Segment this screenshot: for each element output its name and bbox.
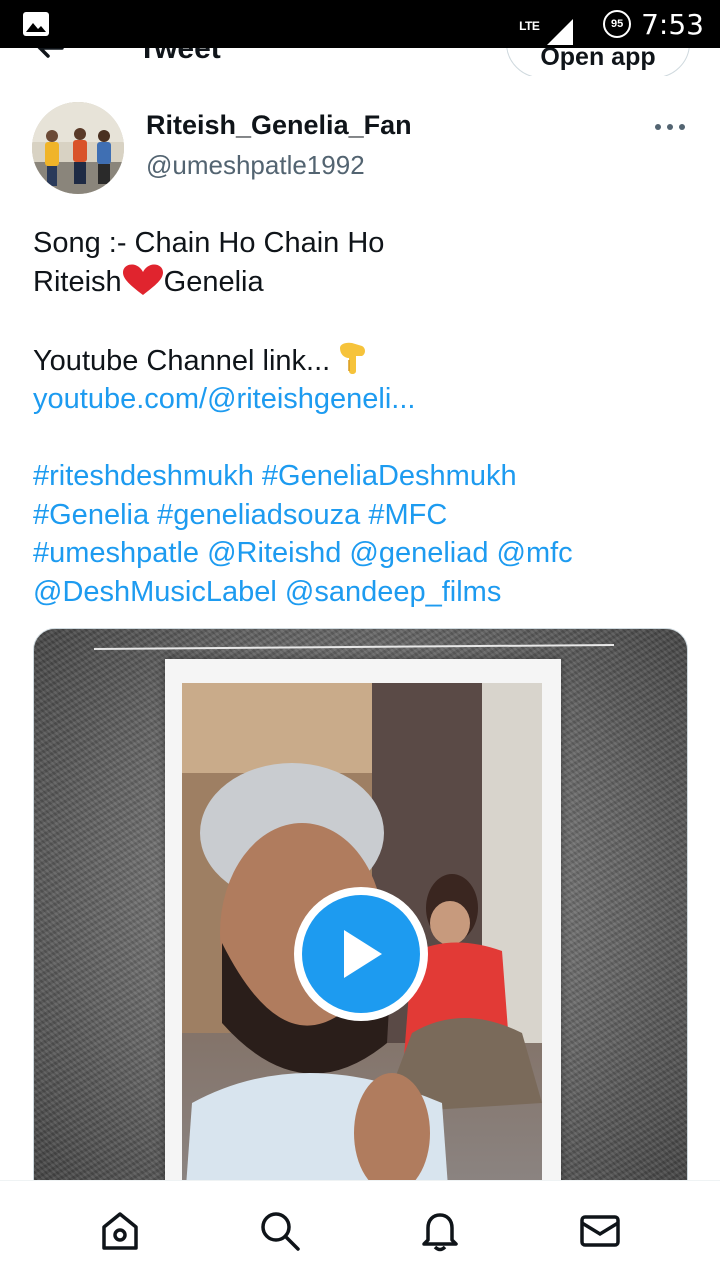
tweet-text-segment: Riteish <box>33 265 122 298</box>
video-thumbnail[interactable] <box>33 628 688 1228</box>
battery-level: 95 <box>610 18 624 30</box>
play-button[interactable] <box>294 887 428 1021</box>
battery-saver-icon: 95 <box>603 10 632 38</box>
hashtag-line[interactable]: #umeshpatle @Riteishd @geneliad @mfc <box>33 534 693 573</box>
page-title: Tweet <box>138 48 221 65</box>
more-horizontal-icon[interactable] <box>654 122 686 132</box>
author-handle[interactable]: @umeshpatle1992 <box>146 150 365 181</box>
red-heart-icon <box>122 264 163 295</box>
nav-search[interactable] <box>256 1207 304 1255</box>
bottom-navigation <box>0 1180 720 1280</box>
home-icon <box>102 1211 138 1250</box>
network-type: LTE <box>519 19 540 33</box>
hashtag-line[interactable]: #riteshdeshmukh #GeneliaDeshmukh <box>33 457 693 496</box>
youtube-link[interactable]: youtube.com/@riteishgeneli... <box>33 380 693 419</box>
search-icon <box>261 1211 300 1251</box>
nav-notifications[interactable] <box>416 1207 464 1255</box>
avatar[interactable] <box>32 102 124 194</box>
play-icon <box>302 895 420 1013</box>
tweet-text-segment: Youtube Channel link... <box>33 344 331 377</box>
clock: 7:53 <box>641 7 704 41</box>
status-bar: LTE 95 7:53 <box>0 0 720 48</box>
gallery-icon <box>23 12 49 36</box>
nav-home[interactable] <box>96 1207 144 1255</box>
hashtag-line[interactable]: @DeshMusicLabel @sandeep_films <box>33 573 693 612</box>
tweet-line: Youtube Channel link... <box>33 340 693 381</box>
bell-icon <box>422 1212 458 1251</box>
arrow-left-icon[interactable] <box>32 48 68 66</box>
top-app-bar: Tweet Open app <box>0 48 720 76</box>
open-app-button[interactable]: Open app <box>506 48 690 76</box>
tweet-text: Song :- Chain Ho Chain Ho Riteish Genelia… <box>33 224 693 611</box>
pointing-down-icon <box>340 342 366 374</box>
tweet-line: Song :- Chain Ho Chain Ho <box>33 227 385 259</box>
nav-messages[interactable] <box>576 1207 624 1255</box>
tweet-line: Riteish Genelia <box>33 263 693 302</box>
tweet-text-segment: Genelia <box>163 265 264 298</box>
hashtag-line[interactable]: #Genelia #geneliadsouza #MFC <box>33 496 693 535</box>
signal-icon: LTE <box>519 9 593 45</box>
mail-icon <box>580 1214 620 1247</box>
author-name[interactable]: Riteish_Genelia_Fan <box>146 110 412 141</box>
